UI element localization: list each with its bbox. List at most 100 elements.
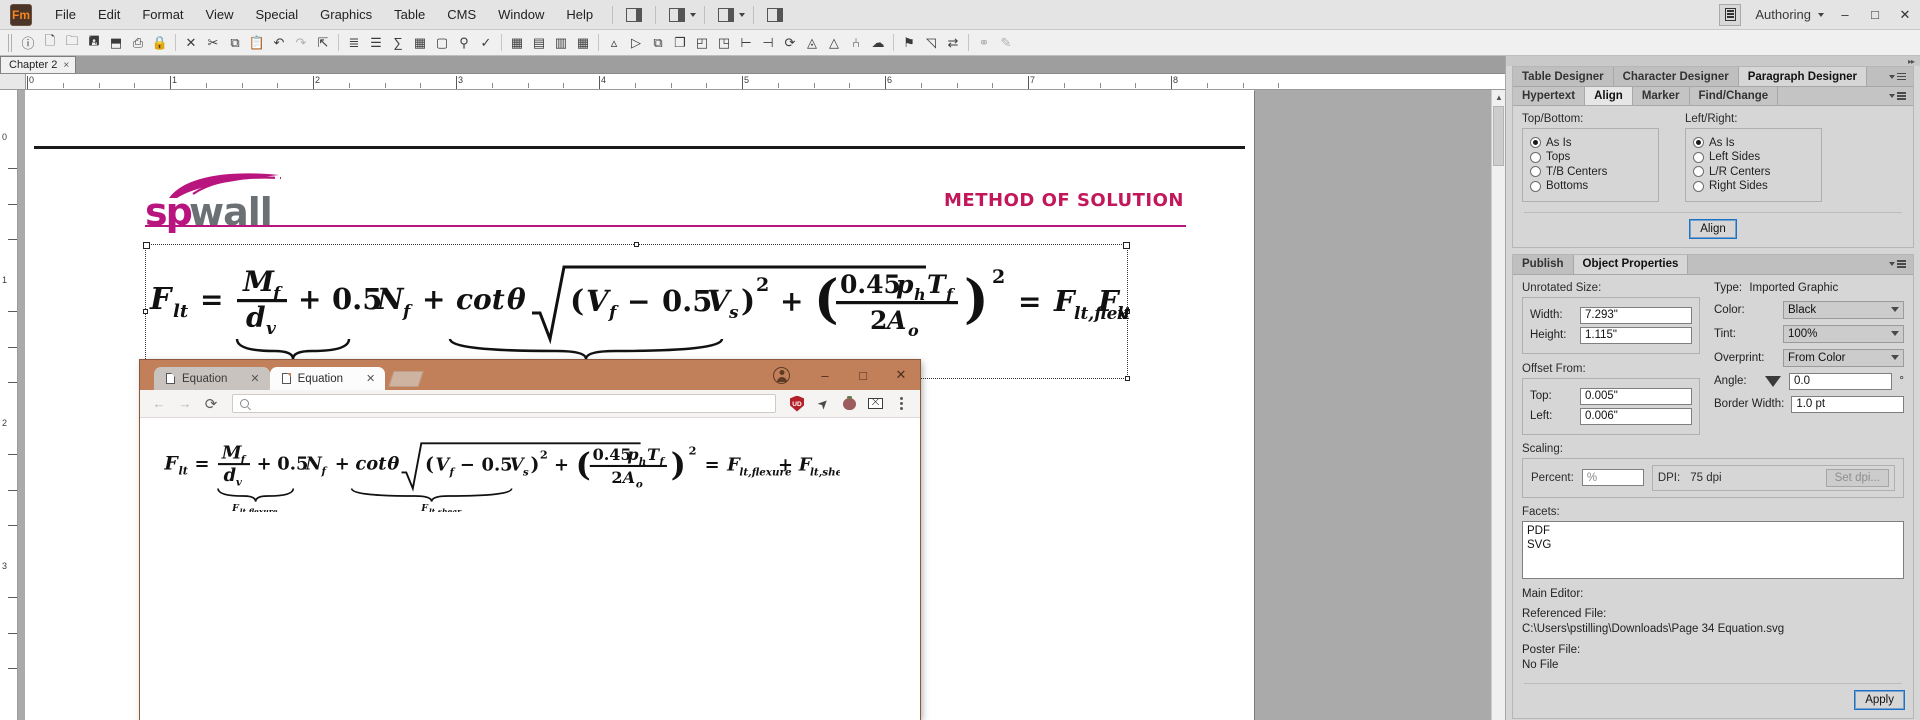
ungroup-icon[interactable]: ❐ bbox=[670, 33, 690, 53]
tomato-timer-icon[interactable] bbox=[838, 393, 860, 415]
paste-icon[interactable]: 📋 bbox=[247, 33, 267, 53]
border-width-input[interactable]: 1.0 pt bbox=[1791, 395, 1904, 413]
help-icon[interactable]: ⓘ bbox=[18, 33, 38, 53]
reshape-icon[interactable]: △ bbox=[824, 33, 844, 53]
pod-layout-icon[interactable] bbox=[624, 7, 644, 23]
radio-lr-right-sides[interactable]: Right Sides bbox=[1693, 180, 1813, 192]
subpanel-menu-icon[interactable] bbox=[1882, 87, 1913, 105]
browser-minimize-button[interactable]: – bbox=[806, 360, 844, 390]
tab-table-designer[interactable]: Table Designer bbox=[1513, 67, 1614, 86]
group-icon[interactable]: ⧉ bbox=[648, 33, 668, 53]
subtab-find-change[interactable]: Find/Change bbox=[1689, 87, 1779, 105]
gravity-icon[interactable]: ☁ bbox=[868, 33, 888, 53]
structure-view-icon[interactable] bbox=[765, 7, 785, 23]
snap-icon[interactable]: ⑃ bbox=[846, 33, 866, 53]
toolbar-grip[interactable] bbox=[8, 33, 13, 52]
document-tab-close-icon[interactable]: × bbox=[63, 60, 69, 71]
radio-tb-as-is[interactable]: As Is bbox=[1530, 137, 1650, 149]
scroll-up-arrow-icon[interactable]: ▲ bbox=[1492, 90, 1505, 104]
subtab-align[interactable]: Align bbox=[1585, 87, 1633, 105]
find-icon[interactable]: ⚲ bbox=[454, 33, 474, 53]
menu-window[interactable]: Window bbox=[487, 2, 555, 27]
percent-input[interactable]: % bbox=[1581, 469, 1644, 486]
browser-tab-1-close-icon[interactable]: ✕ bbox=[250, 372, 259, 385]
tint-select[interactable]: 100% bbox=[1783, 324, 1904, 343]
browser-close-button[interactable]: ✕ bbox=[882, 360, 920, 390]
offset-top-input[interactable]: 0.005" bbox=[1580, 387, 1692, 405]
send-back-icon[interactable]: ◳ bbox=[714, 33, 734, 53]
conditional-text-icon[interactable]: ▦ bbox=[410, 33, 430, 53]
cut-icon[interactable]: ✂ bbox=[203, 33, 223, 53]
width-input[interactable]: 7.293" bbox=[1580, 306, 1692, 324]
maximize-button[interactable]: □ bbox=[1860, 0, 1890, 29]
view-layout-icon[interactable] bbox=[667, 7, 687, 23]
dock-expand-chevron-icon[interactable]: ▸▸ bbox=[1908, 57, 1915, 66]
lock-icon[interactable]: 🔒 bbox=[150, 33, 170, 53]
browser-menu-kebab-icon[interactable] bbox=[890, 393, 912, 415]
table-cell-icon[interactable]: ▦ bbox=[573, 33, 593, 53]
tab-object-properties[interactable]: Object Properties bbox=[1573, 254, 1689, 274]
table-row-icon[interactable]: ▤ bbox=[529, 33, 549, 53]
forward-icon[interactable]: → bbox=[174, 393, 196, 415]
print-icon[interactable]: ⎙ bbox=[128, 33, 148, 53]
dock-collapse-bar[interactable]: ▸▸ bbox=[1506, 56, 1920, 66]
radio-tb-bottoms[interactable]: Bottoms bbox=[1530, 180, 1650, 192]
open-icon[interactable]: 🗀 bbox=[62, 33, 82, 53]
menu-help[interactable]: Help bbox=[555, 2, 604, 27]
offset-left-input[interactable]: 0.006" bbox=[1580, 407, 1692, 425]
browser-tab-2-close-icon[interactable]: ✕ bbox=[366, 372, 375, 385]
minimize-button[interactable]: – bbox=[1830, 0, 1860, 29]
menu-graphics[interactable]: Graphics bbox=[309, 2, 383, 27]
vertical-ruler[interactable]: 0 1 2 3 bbox=[0, 90, 18, 720]
review-icon[interactable]: ✎ bbox=[996, 33, 1016, 53]
back-icon[interactable]: ← bbox=[148, 393, 170, 415]
radio-tb-tops[interactable]: Tops bbox=[1530, 151, 1650, 163]
bring-front-icon[interactable]: ◰ bbox=[692, 33, 712, 53]
menu-special[interactable]: Special bbox=[244, 2, 309, 27]
smart-select-icon[interactable]: ▷ bbox=[626, 33, 646, 53]
radio-lr-left-sides[interactable]: Left Sides bbox=[1693, 151, 1813, 163]
new-tab-button[interactable] bbox=[388, 371, 424, 387]
rotate-icon[interactable]: ⟳ bbox=[780, 33, 800, 53]
second-layout-chevron-down-icon[interactable] bbox=[739, 12, 746, 17]
distribute-objects-icon[interactable]: ⊣ bbox=[758, 33, 778, 53]
align-button[interactable]: Align bbox=[1689, 218, 1737, 239]
radio-tb-centers[interactable]: T/B Centers bbox=[1530, 166, 1650, 178]
angle-input[interactable]: 0.0 bbox=[1789, 372, 1893, 390]
address-bar[interactable] bbox=[232, 394, 776, 413]
browser-title-bar[interactable]: Equation ✕ Equation ✕ – □ ✕ bbox=[140, 360, 920, 390]
menu-format[interactable]: Format bbox=[131, 2, 194, 27]
browser-page-content[interactable]: F lt = M f d v + 0.5 N f + cot θ (V f −… bbox=[140, 418, 920, 720]
subtab-marker[interactable]: Marker bbox=[1632, 87, 1690, 105]
undo-icon[interactable]: ↶ bbox=[269, 33, 289, 53]
tab-paragraph-designer[interactable]: Paragraph Designer bbox=[1738, 67, 1867, 86]
second-layout-icon[interactable] bbox=[716, 7, 736, 23]
mail-extension-icon[interactable] bbox=[864, 393, 886, 415]
menu-table[interactable]: Table bbox=[383, 2, 436, 27]
radio-lr-as-is[interactable]: As Is bbox=[1693, 137, 1813, 149]
select-tool-icon[interactable]: ▵ bbox=[604, 33, 624, 53]
radio-lr-centers[interactable]: L/R Centers bbox=[1693, 166, 1813, 178]
set-dpi-button[interactable]: Set dpi... bbox=[1825, 468, 1889, 487]
menu-view[interactable]: View bbox=[195, 2, 245, 27]
rocket-extension-icon[interactable]: ➤ bbox=[812, 393, 834, 415]
align-objects-icon[interactable]: ⊢ bbox=[736, 33, 756, 53]
save-icon[interactable]: 🖪 bbox=[84, 33, 104, 53]
height-input[interactable]: 1.115" bbox=[1580, 326, 1692, 344]
character-catalog-icon[interactable]: ☰ bbox=[366, 33, 386, 53]
menu-file[interactable]: File bbox=[44, 2, 87, 27]
color-select[interactable]: Black bbox=[1783, 300, 1904, 319]
equation-palette-icon[interactable]: ∑ bbox=[388, 33, 408, 53]
browser-tab-2[interactable]: Equation ✕ bbox=[269, 367, 386, 390]
marker-icon[interactable]: ⚑ bbox=[899, 33, 919, 53]
workspace-chevron-down-icon[interactable] bbox=[1818, 12, 1824, 17]
copy-icon[interactable]: ⧉ bbox=[225, 33, 245, 53]
facet-item-pdf[interactable]: PDF bbox=[1527, 524, 1899, 538]
apply-button[interactable]: Apply bbox=[1854, 690, 1905, 711]
anchored-frame-icon[interactable]: ◹ bbox=[921, 33, 941, 53]
imported-graphic-frame[interactable]: F lt = M f d v + 0.5 N f + cot θ (V f −… bbox=[143, 242, 1130, 381]
workspace-selector[interactable]: Authoring bbox=[1749, 7, 1830, 22]
profile-avatar-icon[interactable] bbox=[773, 366, 790, 384]
view-layout-chevron-down-icon[interactable] bbox=[690, 12, 697, 17]
subtab-hypertext[interactable]: Hypertext bbox=[1513, 87, 1586, 105]
